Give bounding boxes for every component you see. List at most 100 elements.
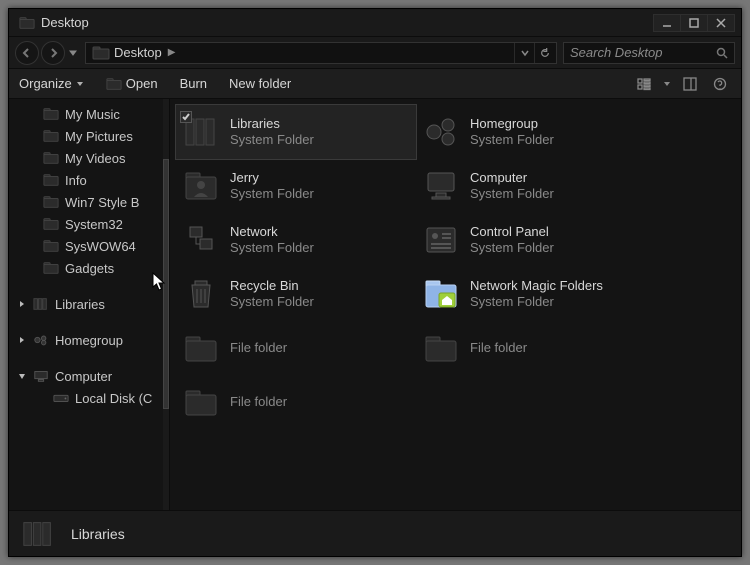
item-checkbox[interactable]	[180, 111, 192, 123]
nav-back-button[interactable]	[15, 41, 39, 65]
item-subtype: System Folder	[230, 240, 314, 256]
item-recycle-bin[interactable]: Recycle Bin System Folder	[176, 267, 416, 321]
sidebar-item-syswow64[interactable]: SysWOW64	[9, 235, 169, 257]
sidebar-item-gadgets[interactable]: Gadgets	[9, 257, 169, 279]
network-magic-icon	[422, 275, 460, 313]
item-subtype: File folder	[230, 394, 287, 410]
nav-forward-button[interactable]	[41, 41, 65, 65]
organize-label: Organize	[19, 76, 72, 91]
address-folder-icon	[92, 46, 110, 60]
view-dropdown-icon[interactable]	[663, 76, 671, 91]
sidebar-item-local-disk-c[interactable]: Local Disk (C	[9, 387, 169, 409]
navbar: Desktop ▶ Search Desktop	[9, 37, 741, 69]
sidebar-item-my-music[interactable]: My Music	[9, 103, 169, 125]
item-subtype: File folder	[230, 340, 287, 356]
toolbar: Organize Open Burn New folder	[9, 69, 741, 99]
drive-icon	[53, 391, 69, 405]
item-control-panel[interactable]: Control Panel System Folder	[416, 213, 656, 267]
item-subtype: System Folder	[230, 132, 314, 148]
collapse-arrow-icon	[17, 336, 27, 344]
item-label: Libraries	[230, 116, 314, 132]
item-network[interactable]: Network System Folder	[176, 213, 416, 267]
item-subtype: File folder	[470, 340, 527, 356]
folder-icon	[43, 107, 59, 121]
folder-icon	[43, 129, 59, 143]
folder-icon	[43, 151, 59, 165]
item-subtype: System Folder	[470, 240, 554, 256]
window-controls	[654, 14, 735, 32]
burn-button[interactable]: Burn	[180, 76, 207, 91]
sidebar-item-label: Gadgets	[65, 261, 114, 276]
sidebar-item-my-pictures[interactable]: My Pictures	[9, 125, 169, 147]
folder-icon	[43, 173, 59, 187]
search-icon	[716, 47, 728, 59]
item-label: Jerry	[230, 170, 314, 186]
sidebar-item-system32[interactable]: System32	[9, 213, 169, 235]
nav-history-dropdown[interactable]	[67, 43, 79, 63]
address-dropdown[interactable]	[514, 43, 534, 63]
collapse-arrow-icon	[17, 300, 27, 308]
control-panel-icon	[422, 221, 460, 259]
item-subtype: System Folder	[230, 294, 314, 310]
folder-icon	[43, 217, 59, 231]
address-location: Desktop	[114, 45, 162, 60]
help-button[interactable]	[709, 75, 731, 93]
maximize-button[interactable]	[680, 14, 708, 32]
sidebar-group-libraries[interactable]: Libraries	[9, 293, 169, 315]
sidebar-item-label: My Videos	[65, 151, 125, 166]
user-folder-icon	[182, 167, 220, 205]
sidebar-item-label: Win7 Style B	[65, 195, 139, 210]
homegroup-icon	[422, 113, 460, 151]
network-icon	[182, 221, 220, 259]
sidebar-item-label: Local Disk (C	[75, 391, 152, 406]
titlebar: Desktop	[9, 9, 741, 37]
item-file-folder[interactable]: File folder	[176, 375, 416, 429]
breadcrumb-separator-icon[interactable]: ▶	[168, 47, 176, 58]
folder-icon	[182, 329, 220, 367]
organize-menu[interactable]: Organize	[19, 76, 84, 91]
item-homegroup[interactable]: Homegroup System Folder	[416, 105, 656, 159]
homegroup-icon	[33, 333, 49, 347]
sidebar-item-info[interactable]: Info	[9, 169, 169, 191]
preview-pane-button[interactable]	[679, 75, 701, 93]
sidebar-group-label: Libraries	[55, 297, 105, 312]
item-computer[interactable]: Computer System Folder	[416, 159, 656, 213]
search-placeholder: Search Desktop	[570, 45, 663, 60]
window-title: Desktop	[41, 15, 654, 30]
open-button[interactable]: Open	[106, 76, 158, 91]
item-label: Recycle Bin	[230, 278, 314, 294]
item-file-folder[interactable]: File folder	[416, 321, 656, 375]
close-button[interactable]	[707, 14, 735, 32]
explorer-window: Desktop	[8, 8, 742, 557]
item-file-folder[interactable]: File folder	[176, 321, 416, 375]
refresh-button[interactable]	[534, 43, 554, 63]
item-label: Control Panel	[470, 224, 554, 240]
recycle-bin-icon	[182, 275, 220, 313]
sidebar-item-my-videos[interactable]: My Videos	[9, 147, 169, 169]
sidebar-group-label: Homegroup	[55, 333, 123, 348]
search-input[interactable]: Search Desktop	[563, 42, 735, 64]
item-network-magic-folders[interactable]: Network Magic Folders System Folder	[416, 267, 656, 321]
item-libraries[interactable]: Libraries System Folder	[176, 105, 416, 159]
sidebar-item-label: Info	[65, 173, 87, 188]
libraries-icon	[33, 297, 49, 311]
sidebar-item-win7-style-b[interactable]: Win7 Style B	[9, 191, 169, 213]
item-label: Computer	[470, 170, 554, 186]
minimize-button[interactable]	[653, 14, 681, 32]
window-folder-icon	[19, 16, 35, 30]
address-bar[interactable]: Desktop ▶	[85, 42, 557, 64]
folder-icon	[43, 239, 59, 253]
sidebar-item-label: My Music	[65, 107, 120, 122]
sidebar: My Music My Pictures My Videos Info Win7…	[9, 99, 169, 510]
item-label: Network Magic Folders	[470, 278, 603, 294]
burn-label: Burn	[180, 76, 207, 91]
sidebar-group-computer[interactable]: Computer	[9, 365, 169, 387]
open-label: Open	[126, 76, 158, 91]
item-label: Homegroup	[470, 116, 554, 132]
item-jerry[interactable]: Jerry System Folder	[176, 159, 416, 213]
view-options-button[interactable]	[633, 75, 655, 93]
newfolder-button[interactable]: New folder	[229, 76, 291, 91]
libraries-icon	[21, 519, 57, 549]
content-view[interactable]: Libraries System Folder Homegroup System…	[169, 99, 741, 510]
sidebar-group-homegroup[interactable]: Homegroup	[9, 329, 169, 351]
